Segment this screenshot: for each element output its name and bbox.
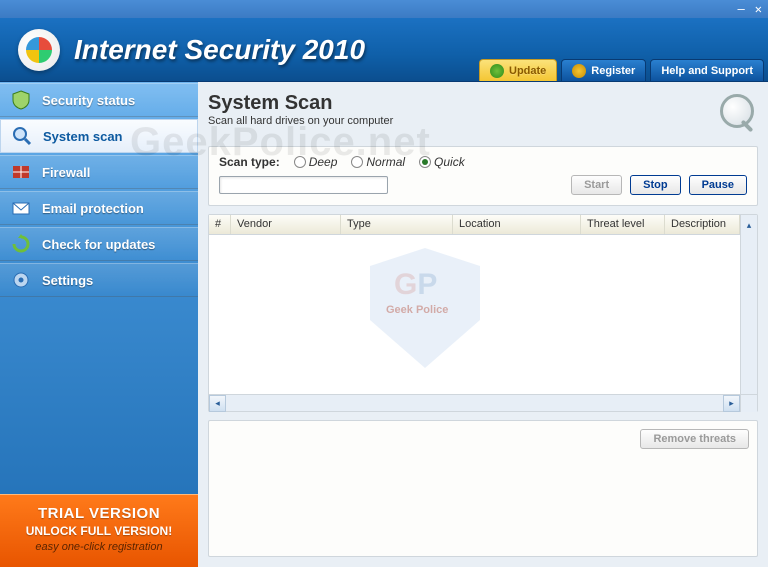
- trial-line1: TRIAL VERSION: [4, 505, 194, 522]
- update-button[interactable]: Update: [479, 59, 557, 81]
- sidebar-item-label: Security status: [42, 93, 135, 108]
- bottom-panel: Remove threats: [208, 420, 758, 557]
- help-button[interactable]: Help and Support: [650, 59, 764, 81]
- scan-type-label: Scan type:: [219, 155, 280, 169]
- sidebar-item-firewall[interactable]: Firewall: [0, 155, 198, 189]
- trial-line2: UNLOCK FULL VERSION!: [4, 524, 194, 538]
- col-vendor[interactable]: Vendor: [231, 215, 341, 234]
- page-title: System Scan: [208, 92, 393, 115]
- main-panel: System Scan Scan all hard drives on your…: [198, 82, 768, 567]
- chevron-up-icon: ▴: [747, 220, 752, 231]
- col-description[interactable]: Description: [665, 215, 740, 234]
- envelope-icon: [10, 197, 32, 219]
- sidebar-item-check-updates[interactable]: Check for updates: [0, 227, 198, 261]
- vertical-scrollbar[interactable]: ▴: [740, 215, 757, 235]
- sidebar-item-settings[interactable]: Settings: [0, 263, 198, 297]
- register-label: Register: [591, 65, 635, 77]
- start-button[interactable]: Start: [571, 175, 622, 195]
- panel-header: System Scan Scan all hard drives on your…: [208, 92, 758, 138]
- magnifier-icon: [11, 125, 33, 147]
- remove-threats-button[interactable]: Remove threats: [640, 429, 749, 449]
- scan-progress-bar: [219, 176, 388, 194]
- sidebar-item-email-protection[interactable]: Email protection: [0, 191, 198, 225]
- sidebar-item-label: Settings: [42, 273, 93, 288]
- results-empty-area: [209, 235, 740, 394]
- scan-controls: Scan type: Deep Normal Quick Start Stop …: [208, 146, 758, 206]
- horizontal-scrollbar[interactable]: ◂ ▸: [209, 394, 757, 411]
- firewall-icon: [10, 161, 32, 183]
- sidebar-item-label: Firewall: [42, 165, 90, 180]
- header-buttons: Update Register Help and Support: [479, 59, 764, 81]
- radio-icon: [351, 156, 363, 168]
- results-table: # Vendor Type Location Threat level Desc…: [208, 214, 758, 412]
- vertical-scrollbar[interactable]: [740, 235, 757, 394]
- sidebar: Security status System scan Firewall Ema…: [0, 82, 198, 567]
- col-index[interactable]: #: [209, 215, 231, 234]
- stop-button[interactable]: Stop: [630, 175, 680, 195]
- help-label: Help and Support: [661, 65, 753, 77]
- radio-icon: [419, 156, 431, 168]
- table-header: # Vendor Type Location Threat level Desc…: [209, 215, 740, 235]
- scan-mode-normal[interactable]: Normal: [351, 155, 405, 169]
- sidebar-item-label: Email protection: [42, 201, 144, 216]
- app-title: Internet Security 2010: [74, 34, 365, 66]
- sidebar-item-security-status[interactable]: Security status: [0, 83, 198, 117]
- page-subtitle: Scan all hard drives on your computer: [208, 115, 393, 127]
- update-label: Update: [509, 65, 546, 77]
- window-titlebar: — ✕: [0, 0, 768, 18]
- trial-banner[interactable]: TRIAL VERSION UNLOCK FULL VERSION! easy …: [0, 494, 198, 567]
- register-button[interactable]: Register: [561, 59, 646, 81]
- gear-icon: [10, 269, 32, 291]
- sidebar-item-label: System scan: [43, 129, 123, 144]
- scan-mode-deep[interactable]: Deep: [294, 155, 338, 169]
- col-threat-level[interactable]: Threat level: [581, 215, 665, 234]
- app-logo-icon: [18, 29, 60, 71]
- col-location[interactable]: Location: [453, 215, 581, 234]
- refresh-icon: [10, 233, 32, 255]
- sidebar-item-system-scan[interactable]: System scan: [0, 119, 198, 153]
- chevron-right-icon[interactable]: ▸: [723, 395, 740, 412]
- chevron-left-icon[interactable]: ◂: [209, 395, 226, 412]
- minimize-button[interactable]: —: [738, 2, 745, 16]
- trial-line3: easy one-click registration: [4, 541, 194, 553]
- app-header: Internet Security 2010 Update Register H…: [0, 18, 768, 82]
- shield-icon: [10, 89, 32, 111]
- close-button[interactable]: ✕: [755, 2, 762, 16]
- update-icon: [490, 64, 504, 78]
- scan-mode-quick[interactable]: Quick: [419, 155, 465, 169]
- scan-large-icon: [712, 92, 758, 138]
- sidebar-item-label: Check for updates: [42, 237, 155, 252]
- pause-button[interactable]: Pause: [689, 175, 747, 195]
- radio-icon: [294, 156, 306, 168]
- key-icon: [572, 64, 586, 78]
- col-type[interactable]: Type: [341, 215, 453, 234]
